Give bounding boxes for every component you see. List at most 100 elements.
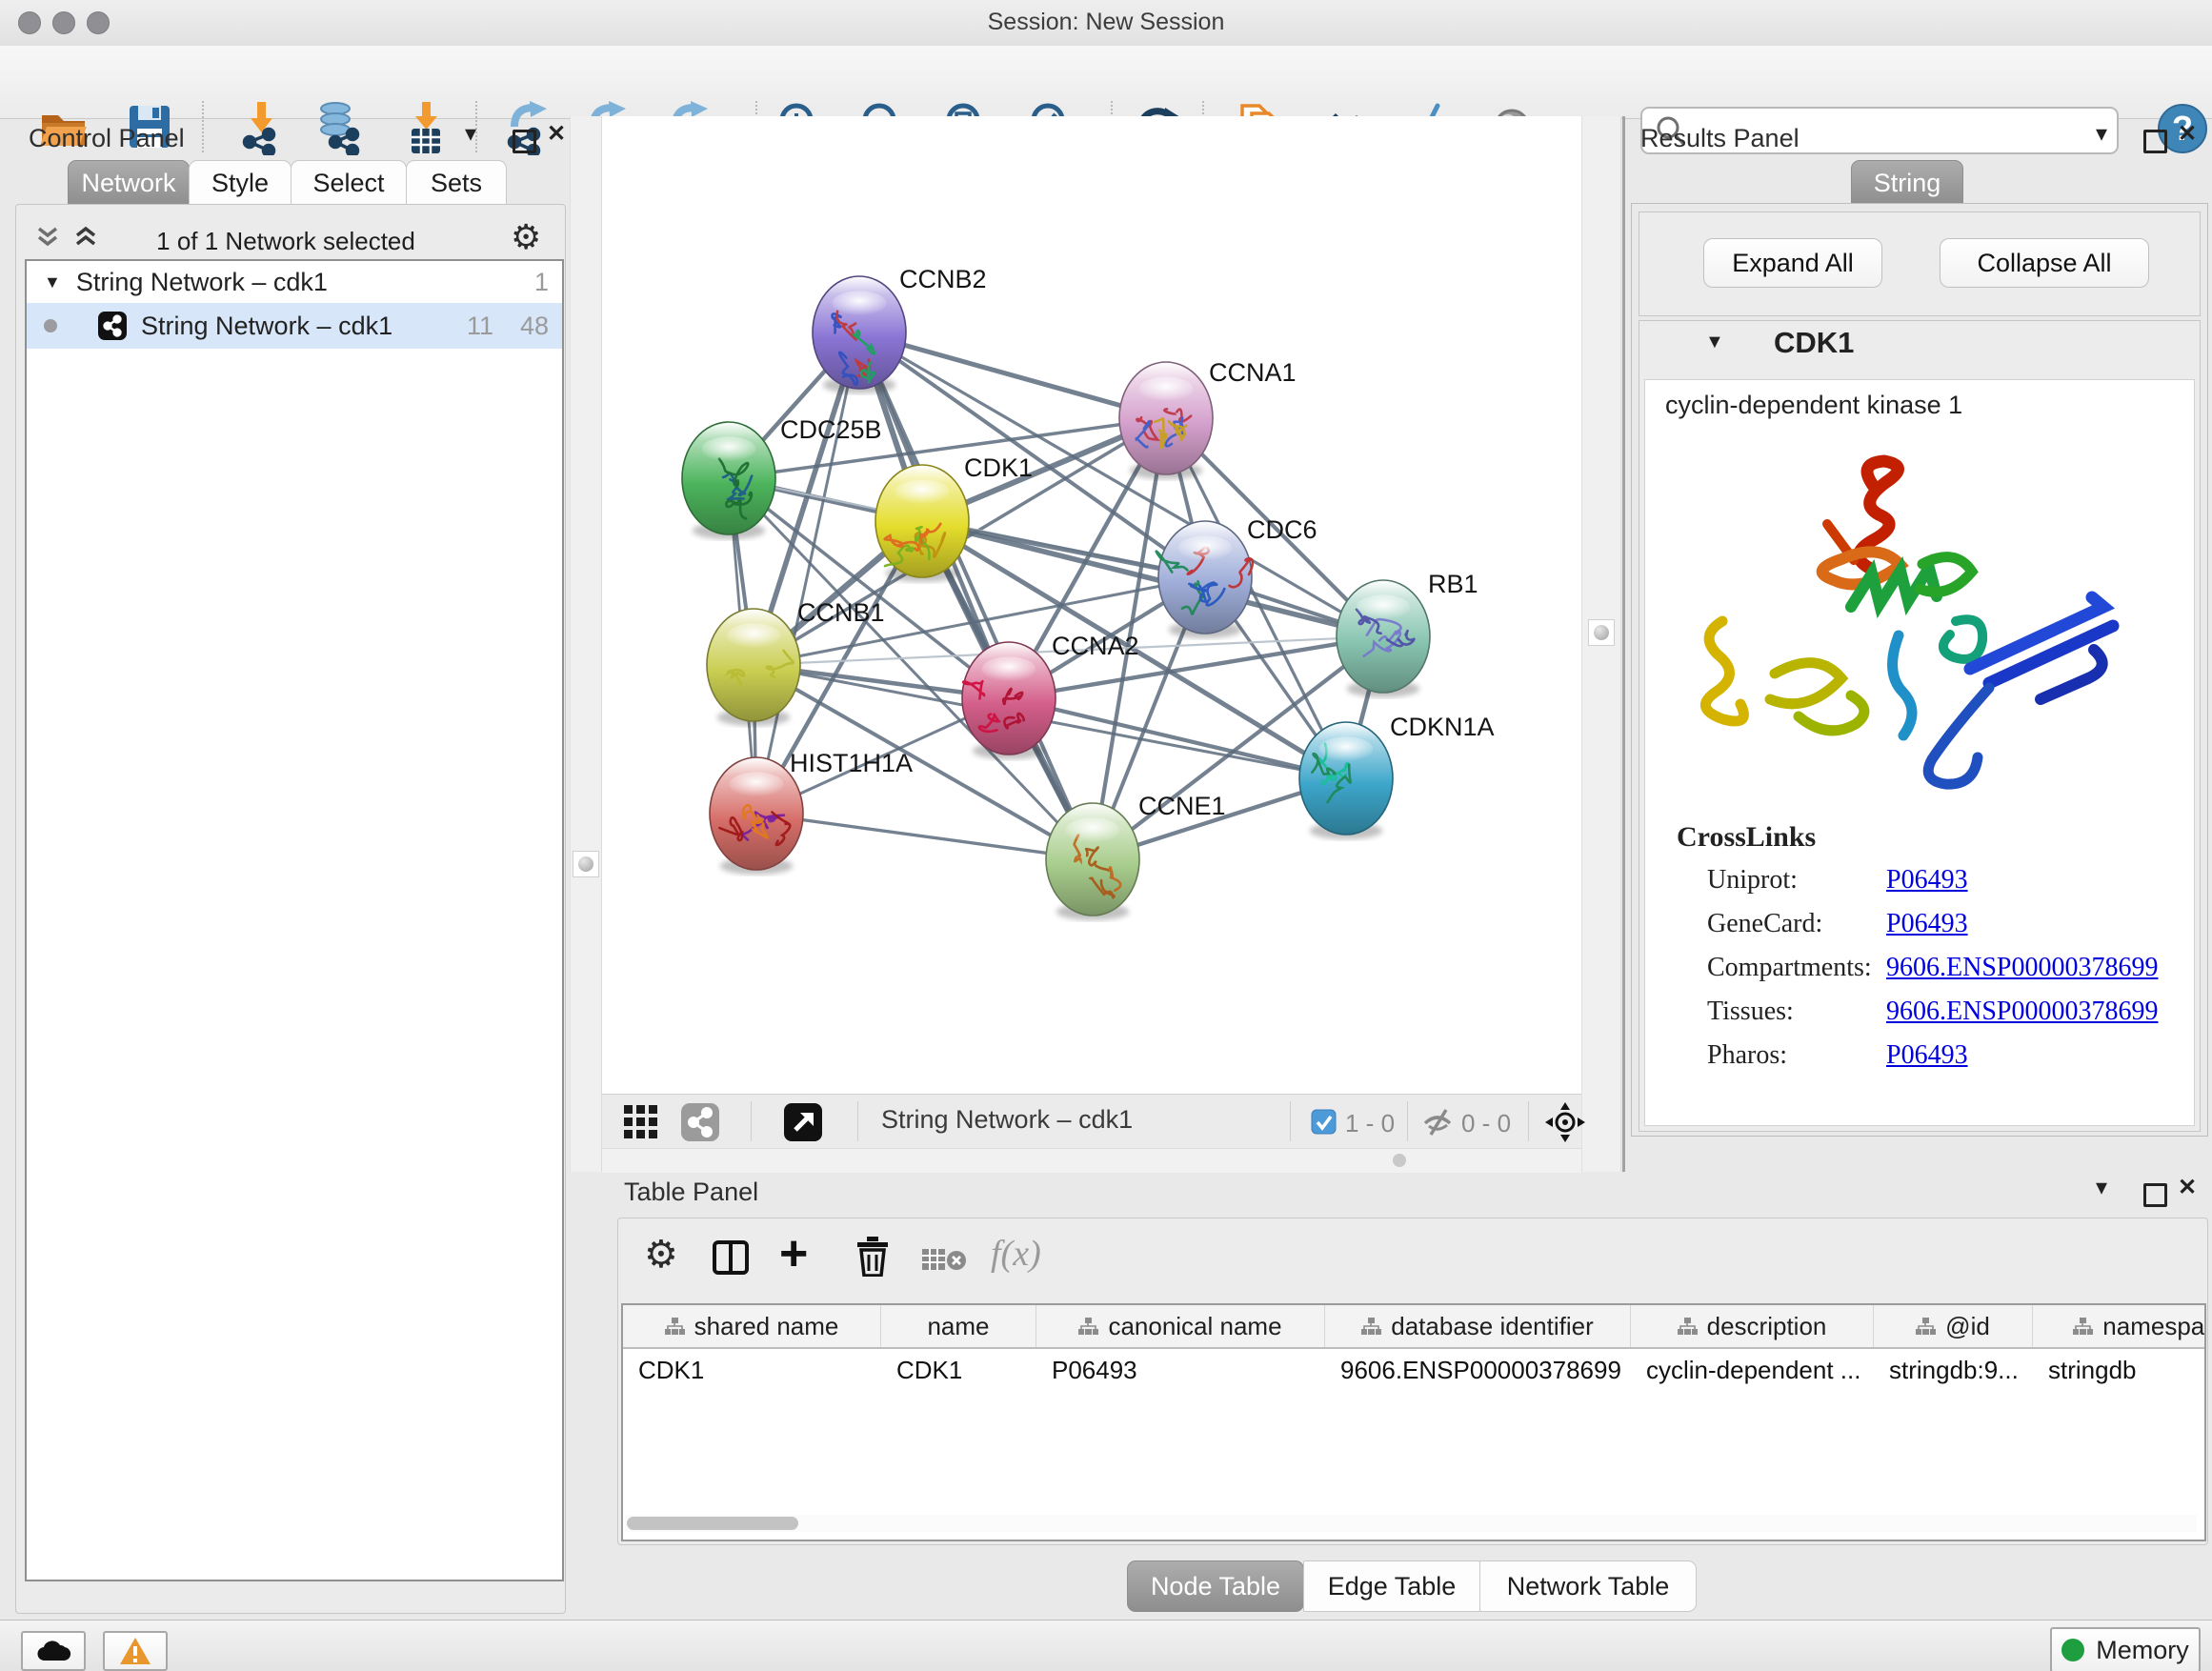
hidden-counts: 0 - 0 [1461, 1109, 1511, 1138]
hidden-eye-icon [1421, 1107, 1456, 1137]
tab-string[interactable]: String [1851, 160, 1963, 206]
crosslink-tissues-link[interactable]: 9606.ENSP00000378699 [1886, 997, 2158, 1027]
crosslink-uniprot-link[interactable]: P06493 [1886, 865, 1968, 896]
toolbar-divider [1528, 1101, 1529, 1141]
svg-text:CDK1: CDK1 [964, 453, 1033, 482]
column-header[interactable]: shared name [623, 1305, 881, 1347]
column-type-icon [1078, 1318, 1098, 1336]
string-network-icon [97, 311, 128, 341]
add-column-button[interactable]: + [779, 1231, 808, 1277]
svg-text:CDC6: CDC6 [1247, 515, 1317, 544]
table-panel-float-icon[interactable] [2143, 1183, 2167, 1207]
collapse-all-button[interactable]: Collapse All [1940, 238, 2149, 288]
column-type-icon [1916, 1318, 1936, 1336]
control-panel-float-icon[interactable] [513, 130, 536, 153]
results-panel-float-icon[interactable] [2143, 130, 2167, 153]
crosslink-genecard-link[interactable]: P06493 [1886, 909, 1968, 939]
protein-section-caret-icon[interactable]: ▼ [1705, 332, 1724, 353]
memory-ok-icon [2061, 1639, 2084, 1661]
columns-icon [713, 1240, 751, 1275]
import-table-from-file-button[interactable] [399, 100, 452, 155]
column-header[interactable]: @id [1874, 1305, 2033, 1347]
show-columns-button[interactable] [713, 1240, 751, 1279]
column-header[interactable]: canonical name [1036, 1305, 1325, 1347]
cloud-icon [36, 1640, 70, 1662]
fx-button[interactable]: f(x) [991, 1233, 1041, 1275]
collapse-all-networks-icon[interactable] [34, 225, 61, 254]
import-network-icon [234, 100, 288, 155]
delete-table-button[interactable] [922, 1246, 968, 1279]
control-panel-collapse-icon[interactable]: ▾ [465, 124, 476, 145]
tab-style[interactable]: Style [189, 160, 292, 206]
toolbar-divider [857, 1101, 858, 1141]
column-type-icon [665, 1318, 685, 1336]
tab-select[interactable]: Select [291, 160, 407, 206]
crosslink-label: Tissues: [1707, 997, 1794, 1027]
svg-text:CCNB1: CCNB1 [797, 598, 885, 627]
left-splitter[interactable] [570, 116, 602, 1172]
column-header[interactable]: namespace [2033, 1305, 2206, 1347]
birds-eye-view-button[interactable] [1543, 1100, 1587, 1149]
results-panel-close-icon[interactable]: ✕ [2178, 124, 2197, 145]
crosslink-compartments-link[interactable]: 9606.ENSP00000378699 [1886, 953, 2158, 983]
cloud-status-button[interactable] [21, 1631, 86, 1671]
column-header[interactable]: database identifier [1325, 1305, 1631, 1347]
table-panel-collapse-icon[interactable]: ▾ [2096, 1178, 2107, 1198]
network-row[interactable]: String Network – cdk1 11 48 [27, 303, 562, 349]
import-network-from-file-button[interactable] [234, 100, 288, 155]
table-options-gear-icon[interactable]: ⚙ [644, 1233, 678, 1277]
column-header[interactable]: description [1631, 1305, 1874, 1347]
results-panel-collapse-icon[interactable]: ▾ [2096, 124, 2107, 145]
hidden-items-button[interactable] [1421, 1107, 1456, 1142]
expand-all-networks-icon[interactable] [72, 225, 99, 254]
network-graph[interactable]: CCNB2CCNA1CDC25BCDK1CDC6RB1CCNB1CCNA2CDK… [603, 122, 1580, 1094]
svg-text:CCNA1: CCNA1 [1209, 358, 1297, 387]
main-toolbar: ? [0, 46, 2212, 119]
network-view-title: String Network – cdk1 [881, 1105, 1133, 1135]
network-collection-row[interactable]: ▼ String Network – cdk1 1 [27, 261, 562, 303]
crosslink-label: Pharos: [1707, 1040, 1787, 1071]
selected-counts: 1 - 0 [1345, 1109, 1395, 1138]
network-options-gear-icon[interactable]: ⚙ [511, 217, 541, 257]
crosshair-icon [1543, 1100, 1587, 1144]
import-table-icon [399, 100, 452, 155]
column-header[interactable]: name [881, 1305, 1036, 1347]
table-delete-icon [922, 1246, 968, 1275]
warnings-button[interactable] [103, 1631, 168, 1671]
grid-view-button[interactable] [624, 1105, 660, 1146]
memory-button[interactable]: Memory [2050, 1627, 2201, 1671]
tab-network[interactable]: Network [68, 160, 190, 206]
table-panel-close-icon[interactable]: ✕ [2178, 1178, 2197, 1198]
crosslink-pharos-link[interactable]: P06493 [1886, 1040, 1968, 1071]
grid-icon [624, 1105, 660, 1141]
tab-network-table[interactable]: Network Table [1479, 1560, 1697, 1612]
results-panel-title: Results Panel [1640, 124, 1800, 153]
right-splitter-handle[interactable] [1588, 619, 1615, 646]
protein-description: cyclin-dependent kinase 1 [1665, 391, 1962, 420]
tab-edge-table[interactable]: Edge Table [1303, 1560, 1480, 1612]
table-horizontal-scrollbar[interactable] [625, 1515, 2197, 1532]
delete-column-button[interactable] [855, 1237, 890, 1281]
database-icon [312, 100, 366, 155]
collection-caret-icon[interactable]: ▼ [44, 272, 61, 292]
network-view-mode-button[interactable] [680, 1102, 720, 1147]
table-row[interactable]: CDK1 CDK1 P06493 9606.ENSP00000378699 cy… [623, 1349, 2204, 1391]
left-splitter-handle[interactable] [573, 851, 599, 877]
network-label: String Network – cdk1 [141, 312, 392, 341]
canvas-bottom-splitter[interactable] [602, 1148, 1581, 1173]
svg-text:CDKN1A: CDKN1A [1390, 713, 1495, 741]
expand-all-button[interactable]: Expand All [1703, 238, 1882, 288]
import-network-from-database-button[interactable] [312, 100, 366, 155]
column-type-icon [2073, 1318, 2093, 1336]
tab-sets[interactable]: Sets [406, 160, 507, 206]
scrollbar-thumb[interactable] [627, 1517, 798, 1530]
detach-view-button[interactable] [783, 1102, 823, 1147]
table-header-row: shared name name canonical name database… [623, 1305, 2204, 1349]
selected-checkbox[interactable] [1311, 1109, 1337, 1139]
cytoscape-window: Session: New Session [0, 0, 2212, 1671]
tab-node-table[interactable]: Node Table [1127, 1560, 1304, 1612]
network-tree: ▼ String Network – cdk1 1 String Network… [25, 259, 564, 1581]
control-panel-close-icon[interactable]: ✕ [547, 124, 566, 145]
titlebar: Session: New Session [0, 0, 2212, 47]
checkbox-checked-icon [1311, 1109, 1337, 1135]
